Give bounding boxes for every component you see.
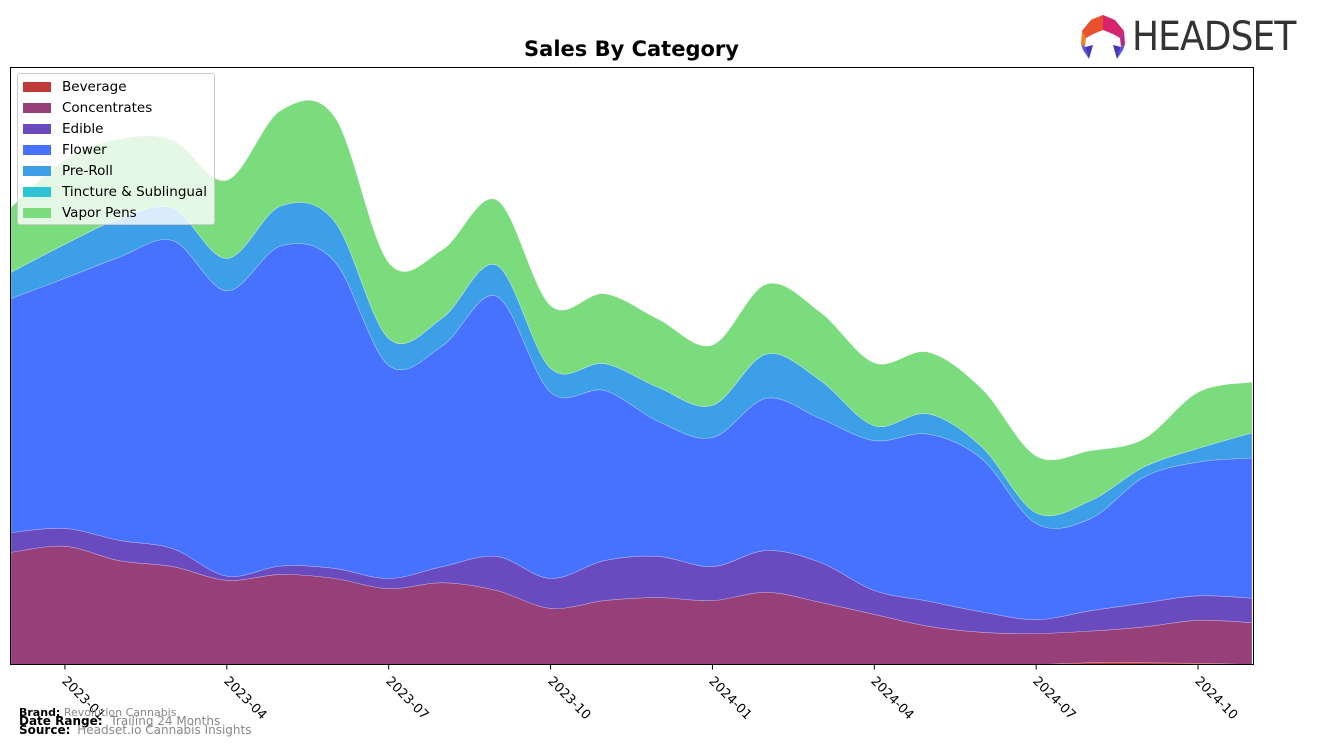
- headset-logo-icon: [1081, 15, 1125, 59]
- source-value: Headset.io Cannabis Insights: [77, 723, 252, 737]
- legend-swatch: [23, 165, 51, 176]
- legend-item: Concentrates: [23, 97, 152, 118]
- legend-label: Pre-Roll: [62, 162, 113, 179]
- legend-swatch: [23, 144, 51, 155]
- legend-item: Flower: [23, 139, 107, 160]
- legend-label: Vapor Pens: [62, 204, 137, 221]
- legend-label: Edible: [62, 120, 104, 137]
- legend-label: Beverage: [62, 78, 127, 95]
- footer-source: Source: Headset.io Cannabis Insights: [19, 723, 252, 737]
- source-label: Source:: [19, 723, 71, 737]
- legend-swatch: [23, 81, 51, 92]
- headset-logo: HEADSET: [1080, 14, 1314, 60]
- legend-label: Concentrates: [62, 99, 153, 116]
- legend-label: Tincture & Sublingual: [62, 183, 207, 200]
- x-ticks: [64, 664, 1199, 670]
- legend-item: Tincture & Sublingual: [23, 181, 207, 202]
- legend-swatch: [23, 102, 51, 113]
- legend-swatch: [23, 207, 51, 218]
- legend: Beverage Concentrates Edible Flower Pre-Roll…: [17, 73, 215, 225]
- legend-item: Edible: [23, 118, 103, 139]
- headset-logo-text: HEADSET: [1132, 14, 1296, 60]
- legend-item: Beverage: [23, 76, 127, 97]
- legend-item: Vapor Pens: [23, 202, 137, 223]
- legend-item: Pre-Roll: [23, 160, 113, 181]
- legend-swatch: [23, 123, 51, 134]
- legend-label: Flower: [62, 141, 107, 158]
- legend-swatch: [23, 186, 51, 197]
